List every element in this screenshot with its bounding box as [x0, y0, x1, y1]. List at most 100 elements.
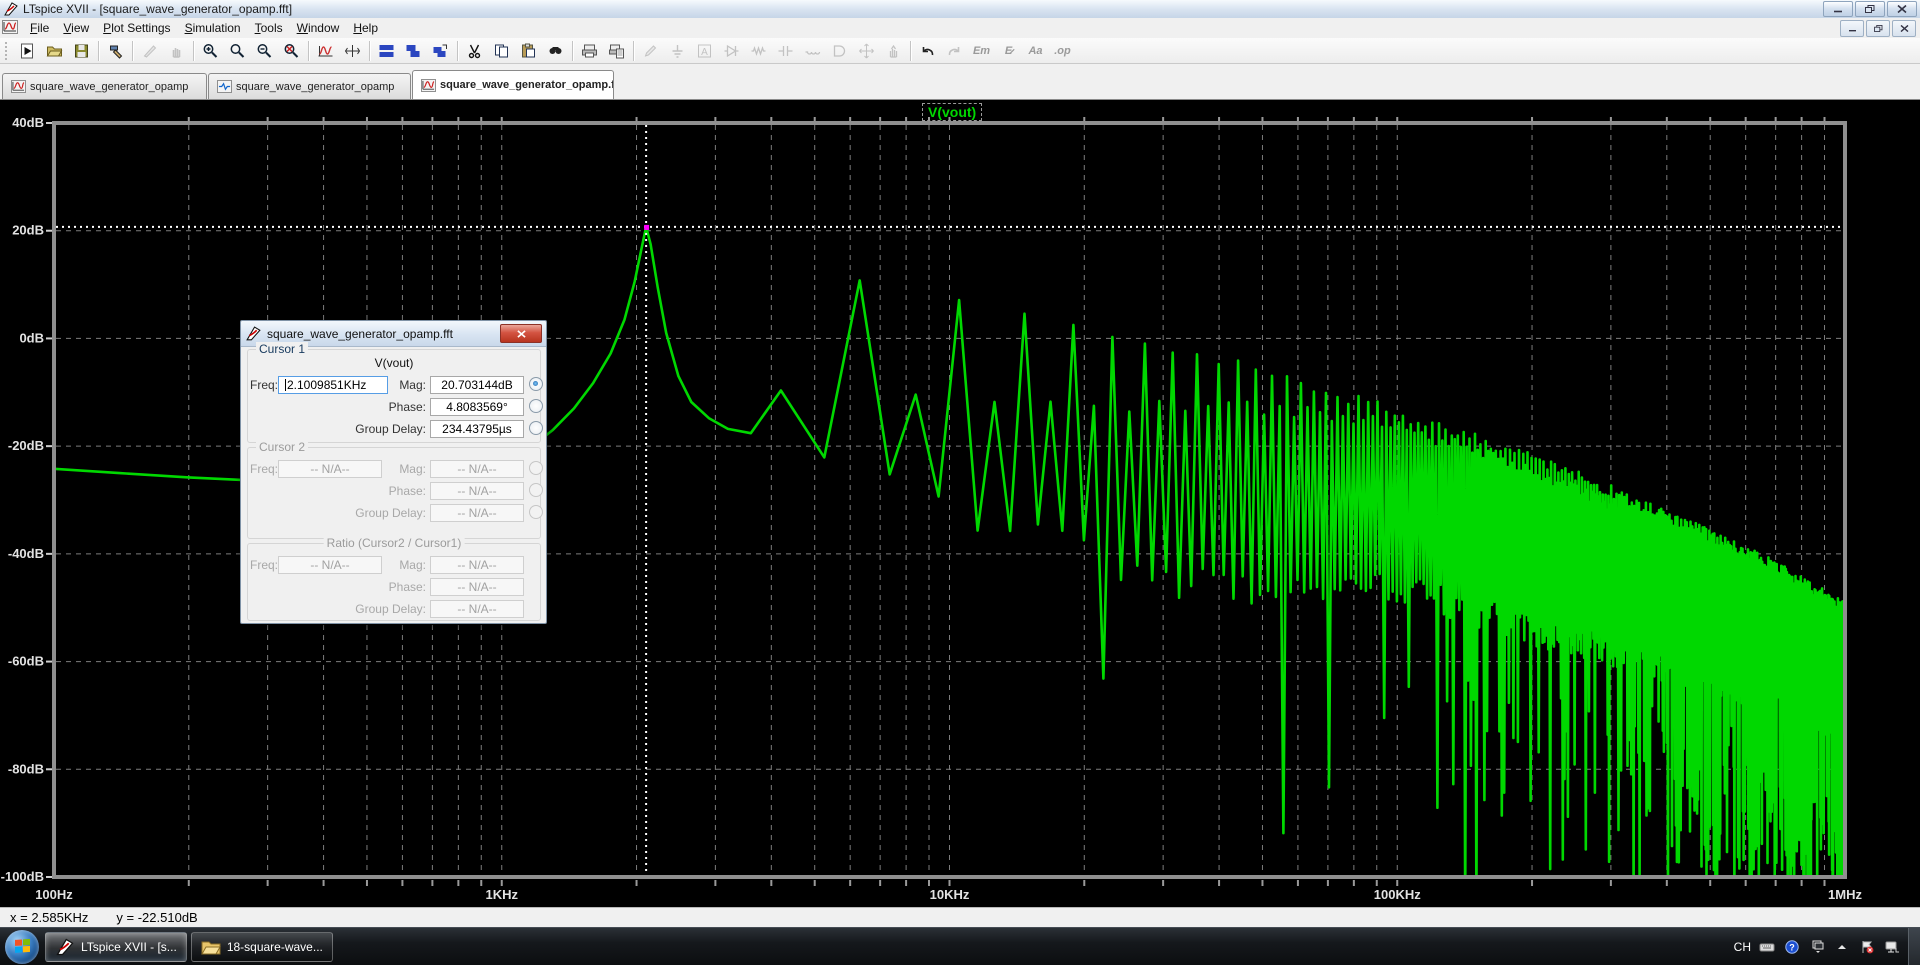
svg-text:A: A	[701, 47, 708, 58]
ltspice-app-icon	[3, 2, 19, 16]
zoom-in-icon[interactable]	[197, 39, 224, 63]
freq-value: -- N/A--	[310, 558, 349, 572]
svg-text:-80dB: -80dB	[8, 761, 44, 776]
paste-icon[interactable]	[515, 39, 542, 63]
ground-icon	[664, 39, 691, 63]
cursor-radio-selected[interactable]	[529, 377, 543, 391]
undo-icon[interactable]	[914, 39, 941, 63]
cascade-windows-icon[interactable]	[427, 39, 454, 63]
toolbar-separator	[369, 41, 370, 61]
redo-icon	[941, 39, 968, 63]
show-desktop-button[interactable]	[1908, 928, 1920, 965]
taskbar-button-18-square-wave-[interactable]: 18-square-wave...	[191, 932, 333, 962]
save-icon[interactable]	[68, 39, 95, 63]
wire-icon	[637, 39, 664, 63]
tab-label: square_wave_generator_opamp.fft	[440, 79, 614, 91]
phase-label: Phase:	[348, 400, 426, 414]
cursor-radio-disabled[interactable]	[529, 505, 543, 519]
window-restore-button[interactable]	[1855, 1, 1885, 17]
copy-icon[interactable]	[488, 39, 515, 63]
language-indicator[interactable]: CH	[1734, 940, 1751, 954]
svg-text:100KHz: 100KHz	[1374, 887, 1421, 902]
print-preview-icon[interactable]	[603, 39, 630, 63]
taskbar-button-ltspice-xvii-s-[interactable]: LTspice XVII - [s...	[45, 932, 187, 962]
rotate-icon: E̷	[995, 39, 1022, 63]
show-hidden-icons-chevron[interactable]	[1833, 939, 1851, 955]
group-label: Cursor 1	[256, 342, 308, 356]
autorange-icon[interactable]	[339, 39, 366, 63]
menu-file[interactable]: File	[23, 19, 56, 37]
waveform-pane-icon[interactable]	[312, 39, 339, 63]
menu-tools[interactable]: Tools	[248, 19, 290, 37]
zoom-back-icon[interactable]	[224, 39, 251, 63]
menu-simulation[interactable]: Simulation	[178, 19, 248, 37]
start-button[interactable]	[5, 930, 39, 964]
cursor-value-field: 4.8083569°	[430, 398, 524, 416]
toolbar: A EmE̷Aa.op	[0, 38, 1920, 64]
print-icon[interactable]	[576, 39, 603, 63]
menu-view[interactable]: View	[56, 19, 96, 37]
ltspice-app-window: LTspice XVII - [square_wave_generator_op…	[0, 0, 1920, 965]
toolbar-grip	[5, 42, 11, 60]
tab-1-pane[interactable]: square_wave_generator_opamp	[2, 73, 207, 99]
waveform-icon	[421, 79, 436, 92]
phase-label: Phase:	[348, 580, 426, 594]
system-tray: CH?	[1734, 939, 1905, 955]
menu-plot-settings[interactable]: Plot Settings	[96, 19, 177, 37]
windows-taskbar: LTspice XVII - [s...18-square-wave... CH…	[0, 927, 1920, 965]
svg-text:-60dB: -60dB	[8, 654, 44, 669]
tile-horizontal-icon[interactable]	[373, 39, 400, 63]
open-icon[interactable]	[41, 39, 68, 63]
window-close-button[interactable]	[1887, 1, 1917, 17]
drag-icon	[880, 39, 907, 63]
cursor-x-readout: x = 2.585KHz	[10, 910, 88, 925]
cursor-radio-unselected[interactable]	[529, 421, 543, 435]
child-restore-button[interactable]	[1866, 20, 1890, 37]
cursor-radio-unselected[interactable]	[529, 399, 543, 413]
cursor-radio-disabled[interactable]	[529, 483, 543, 497]
cursor-dialog-title: square_wave_generator_opamp.fft	[267, 327, 453, 341]
schematic-icon	[217, 80, 232, 93]
window-minimize-button[interactable]	[1823, 1, 1853, 17]
control-panel-icon[interactable]	[102, 39, 129, 63]
cut-icon[interactable]	[461, 39, 488, 63]
spice-directive-icon: .op	[1049, 39, 1076, 63]
tray-window-icon[interactable]	[1808, 939, 1826, 955]
menu-window[interactable]: Window	[290, 19, 347, 37]
zoom-full-extents-icon[interactable]	[278, 39, 305, 63]
cursor-y-readout: y = -22.510dB	[116, 910, 197, 925]
toolbar-separator	[132, 41, 133, 61]
capacitor-icon	[772, 39, 799, 63]
find-icon[interactable]	[542, 39, 569, 63]
zoom-out-icon[interactable]	[251, 39, 278, 63]
svg-text:10KHz: 10KHz	[930, 887, 970, 902]
action-center-flag-icon[interactable]	[1858, 939, 1876, 955]
mirror-icon: Em	[968, 39, 995, 63]
menu-help[interactable]: Help	[346, 19, 385, 37]
trace-legend[interactable]: V(vout)	[922, 103, 982, 121]
cursor-radio-disabled[interactable]	[529, 461, 543, 475]
status-bar: x = 2.585KHz y = -22.510dB	[0, 907, 1920, 927]
svg-text:100Hz: 100Hz	[35, 887, 73, 902]
tile-vertical-icon[interactable]	[400, 39, 427, 63]
etch-tool-icon	[136, 39, 163, 63]
run-icon[interactable]	[14, 39, 41, 63]
svg-text:40dB: 40dB	[12, 115, 44, 130]
tab-2-pane[interactable]: square_wave_generator_opamp	[208, 73, 411, 99]
keyboard-icon[interactable]	[1758, 939, 1776, 955]
child-minimize-button[interactable]	[1840, 20, 1864, 37]
tab-3-fft-plot[interactable]: square_wave_generator_opamp.fft	[412, 70, 614, 99]
diode-icon	[718, 39, 745, 63]
cursor1-signal-name: V(vout)	[248, 356, 540, 370]
dialog-close-button[interactable]	[500, 324, 542, 343]
text-caret	[285, 379, 286, 391]
child-close-button[interactable]	[1892, 20, 1916, 37]
network-icon[interactable]	[1883, 939, 1901, 955]
group-cursor-2: Cursor 2Freq:-- N/A--Mag:-- N/A--Phase:-…	[247, 447, 541, 539]
cursor-dialog[interactable]: square_wave_generator_opamp.fft Cursor 1…	[240, 320, 547, 624]
text-icon: Aa	[1022, 39, 1049, 63]
help-icon[interactable]: ?	[1783, 939, 1801, 955]
ltspice-icon	[55, 938, 75, 956]
menu-bar: FileViewPlot SettingsSimulationToolsWind…	[0, 18, 1920, 39]
svg-text:1MHz: 1MHz	[1828, 887, 1862, 902]
